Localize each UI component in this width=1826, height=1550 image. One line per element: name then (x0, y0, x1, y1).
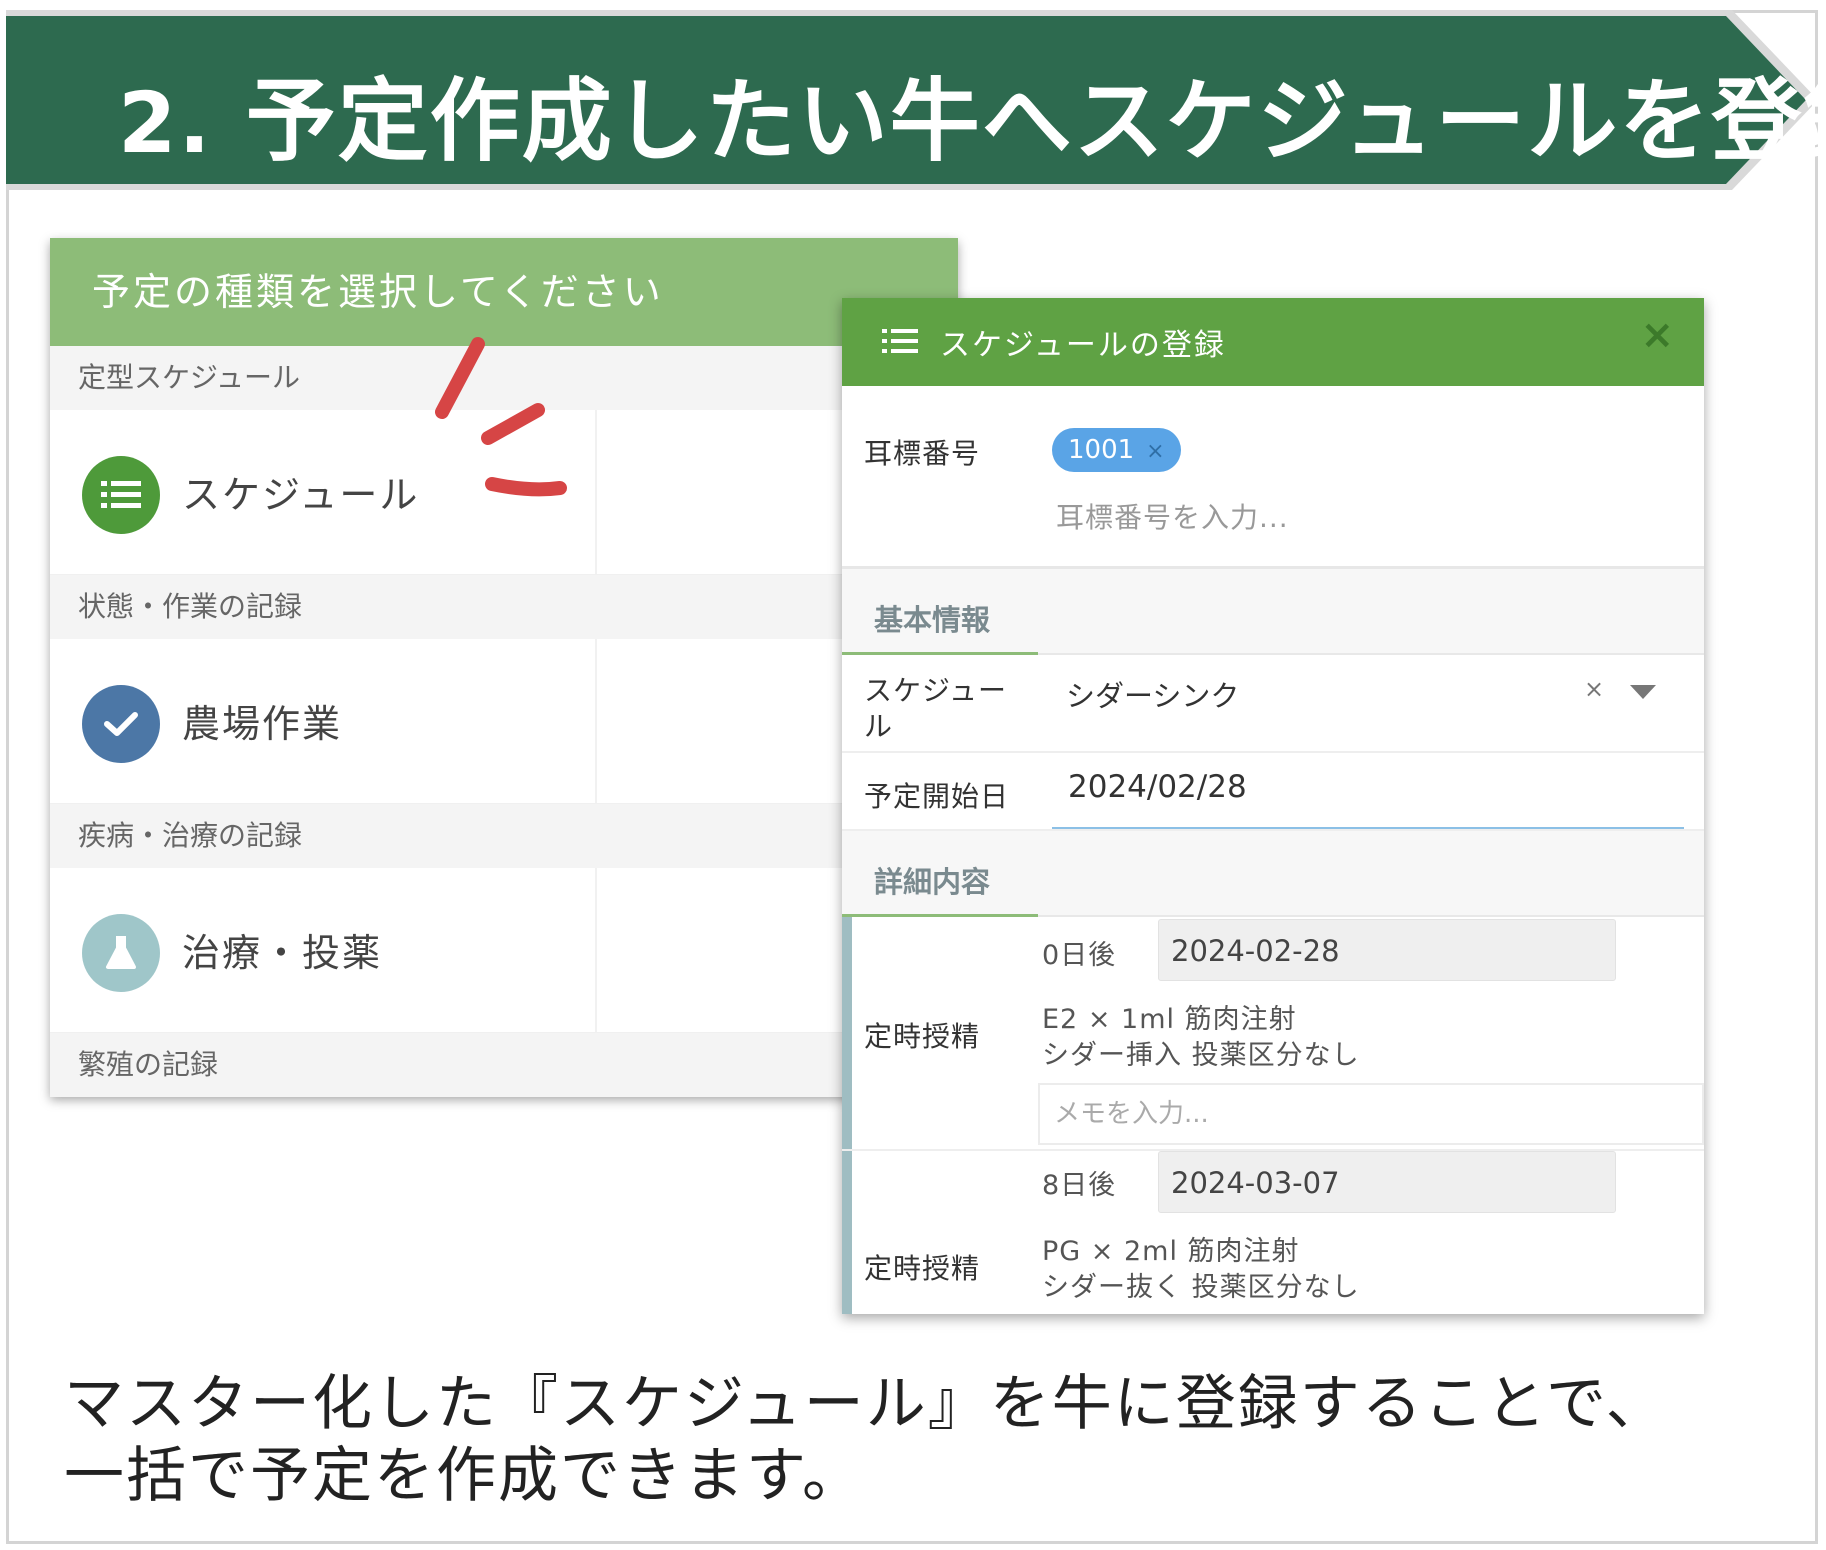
detail-entry: 8日後 2024-03-07 定時授精 PG × 2ml 筋肉注射 シダー抜く … (842, 1149, 1704, 1314)
list-icon (82, 456, 160, 534)
entry-date-field[interactable]: 2024-02-28 (1158, 919, 1616, 981)
start-date-label: 予定開始日 (864, 780, 1010, 813)
entry-date-field[interactable]: 2024-03-07 (1158, 1151, 1616, 1213)
memo-input[interactable]: メモを入力... (1038, 1083, 1704, 1145)
input-underline (1052, 827, 1684, 829)
modal-title: スケジュールの登録 (940, 328, 1226, 363)
column-divider (595, 639, 597, 803)
column-divider (595, 868, 597, 1032)
entry-line2: シダー抜く 投薬区分なし (1042, 1272, 1360, 1303)
start-date-input[interactable]: 2024/02/28 (1068, 769, 1247, 805)
schedule-select-row: スケジュー ル シダーシンク × (842, 655, 1704, 753)
banner-title: 2. 予定作成したい牛へスケジュールを登録 (118, 48, 1826, 178)
entry-line1: PG × 2ml 筋肉注射 (1042, 1236, 1300, 1267)
ear-tag-input[interactable]: 耳標番号を入力... (1056, 496, 1289, 536)
caption-line1: マスター化した『スケジュール』を牛に登録することで、 (64, 1369, 1668, 1439)
schedule-registration-modal: スケジュールの登録 × 耳標番号 1001 × 耳標番号を入力... 基本情報 ス… (842, 298, 1704, 1314)
check-icon (82, 685, 160, 763)
basic-info-heading: 基本情報 (842, 569, 1704, 655)
details-title: 詳細内容 (874, 865, 991, 899)
menu-label-farm-work: 農場作業 (182, 702, 343, 746)
section-label-disease: 疾病・治療の記録 (50, 804, 958, 868)
menu-label-treatment: 治療・投薬 (182, 931, 383, 975)
chevron-down-icon[interactable] (1630, 685, 1656, 699)
section-label-status: 状態・作業の記録 (50, 575, 958, 639)
caption-line2: 一括で予定を作成できます。 (64, 1441, 864, 1511)
menu-item-farm-work[interactable]: 農場作業 (50, 639, 958, 804)
ear-tag-chip[interactable]: 1001 × (1052, 428, 1181, 472)
clear-icon[interactable]: × (1584, 675, 1604, 703)
caption: マスター化した『スケジュール』を牛に登録することで、 一括で予定を作成できます。 (64, 1368, 1668, 1512)
close-icon[interactable]: × (1640, 312, 1674, 358)
entry-offset: 0日後 (1042, 940, 1117, 971)
schedule-select[interactable]: シダーシンク (1066, 673, 1239, 715)
column-divider (595, 410, 597, 574)
flask-icon (82, 914, 160, 992)
section-label-breeding: 繁殖の記録 (50, 1033, 958, 1097)
start-date-row: 予定開始日 2024/02/28 (842, 753, 1704, 831)
remove-tag-icon[interactable]: × (1146, 439, 1164, 464)
menu-item-treatment[interactable]: 治療・投薬 (50, 868, 958, 1033)
ear-tag-value: 1001 (1068, 435, 1135, 465)
modal-header: スケジュールの登録 × (842, 298, 1704, 386)
ear-tag-row: 耳標番号 1001 × 耳標番号を入力... (842, 386, 1704, 569)
list-icon (882, 329, 918, 353)
entry-name: 定時授精 (864, 1020, 981, 1053)
schedule-label: スケジュー ル (864, 674, 1008, 743)
entry-line1: E2 × 1ml 筋肉注射 (1042, 1004, 1297, 1035)
menu-label-schedule: スケジュール (182, 473, 420, 517)
entry-line2: シダー挿入 投薬区分なし (1042, 1040, 1360, 1071)
basic-info-title: 基本情報 (874, 603, 991, 637)
banner-number: 2. (118, 74, 213, 172)
emphasis-marks (435, 337, 567, 497)
detail-entry: 0日後 2024-02-28 定時授精 E2 × 1ml 筋肉注射 シダー挿入 … (842, 917, 1704, 1151)
ear-tag-label: 耳標番号 (864, 437, 981, 470)
entry-offset: 8日後 (1042, 1170, 1117, 1201)
entry-name: 定時授精 (864, 1252, 981, 1285)
title-banner: 2. 予定作成したい牛へスケジュールを登録 (6, 10, 1826, 190)
details-heading: 詳細内容 (842, 831, 1704, 917)
banner-text: 予定作成したい牛へスケジュールを登録 (245, 69, 1826, 174)
